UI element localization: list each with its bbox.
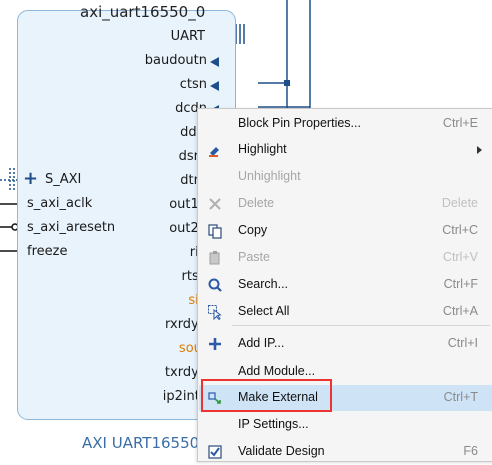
menu-item-label: Copy xyxy=(238,223,268,237)
menu-item-validate-design[interactable]: Validate Design F6 xyxy=(199,439,492,465)
annotation-highlight-box xyxy=(201,379,332,412)
menu-item-label: Search... xyxy=(238,277,289,291)
pin-label-uart[interactable]: UART xyxy=(171,29,205,44)
paste-icon xyxy=(206,249,224,267)
menu-item-label: Unhighlight xyxy=(238,169,301,183)
menu-item-label: Paste xyxy=(238,250,270,264)
menu-item-search[interactable]: Search... Ctrl+F xyxy=(199,272,492,298)
input-arrow-icon xyxy=(210,81,219,91)
menu-item-label: Add Module... xyxy=(238,364,316,378)
pin-label-s-axi[interactable]: S_AXI xyxy=(45,172,81,187)
menu-item-paste: Paste Ctrl+V xyxy=(199,245,492,271)
select-all-icon xyxy=(206,303,224,321)
block-instance-name: axi_uart16550_0 xyxy=(80,3,206,21)
menu-item-label: Select All xyxy=(238,304,290,318)
menu-item-ip-settings[interactable]: IP Settings... xyxy=(199,412,492,438)
input-arrow-icon xyxy=(210,57,219,67)
menu-item-label: Add IP... xyxy=(238,336,285,350)
menu-item-shortcut: Ctrl+C xyxy=(442,223,478,237)
menu-item-highlight[interactable]: Highlight xyxy=(199,137,492,163)
search-icon xyxy=(206,276,224,294)
plus-icon xyxy=(206,335,224,353)
block-type-caption: AXI UART16550 xyxy=(82,434,200,452)
menu-item-label: Highlight xyxy=(238,142,287,156)
menu-item-shortcut: Ctrl+I xyxy=(447,336,478,350)
menu-item-unhighlight: Unhighlight xyxy=(199,164,492,190)
menu-separator xyxy=(232,325,490,326)
menu-item-shortcut: Ctrl+A xyxy=(442,304,478,318)
menu-item-shortcut: F6 xyxy=(463,444,478,458)
menu-item-shortcut: Ctrl+F xyxy=(443,277,478,291)
menu-item-copy[interactable]: Copy Ctrl+C xyxy=(199,218,492,244)
menu-item-label: IP Settings... xyxy=(238,417,309,431)
block-design-canvas[interactable]: axi_uart16550_0 UART baudoutn ctsn dcdn ddis… xyxy=(0,0,492,462)
menu-item-label: Validate Design xyxy=(238,444,325,458)
wire-junction xyxy=(284,80,290,86)
menu-item-label: Delete xyxy=(238,196,275,210)
menu-item-add-ip[interactable]: Add IP... Ctrl+I xyxy=(199,331,492,357)
menu-item-delete: Delete Delete xyxy=(199,191,492,217)
copy-icon xyxy=(206,222,224,240)
submenu-arrow-icon xyxy=(477,146,482,154)
menu-item-block-pin-properties[interactable]: Block Pin Properties... Ctrl+E xyxy=(199,111,492,137)
delete-x-icon xyxy=(206,195,224,213)
highlight-pen-icon xyxy=(206,141,224,159)
pin-label-s-axi-aclk[interactable]: s_axi_aclk xyxy=(27,196,92,211)
menu-item-shortcut: Ctrl+E xyxy=(442,116,478,130)
menu-item-shortcut: Ctrl+T xyxy=(443,390,478,404)
pin-label-s-axi-aresetn[interactable]: s_axi_aresetn xyxy=(27,220,115,235)
expand-plus-icon[interactable]: + xyxy=(23,168,38,189)
pin-label-baudoutn[interactable]: baudoutn xyxy=(145,53,207,68)
pin-label-ctsn[interactable]: ctsn xyxy=(180,77,207,92)
validate-check-icon xyxy=(206,443,224,461)
menu-item-shortcut: Delete xyxy=(441,196,478,210)
menu-item-shortcut: Ctrl+V xyxy=(442,250,478,264)
menu-item-label: Block Pin Properties... xyxy=(238,116,361,130)
menu-item-select-all[interactable]: Select All Ctrl+A xyxy=(199,299,492,325)
pin-label-freeze[interactable]: freeze xyxy=(27,244,67,259)
